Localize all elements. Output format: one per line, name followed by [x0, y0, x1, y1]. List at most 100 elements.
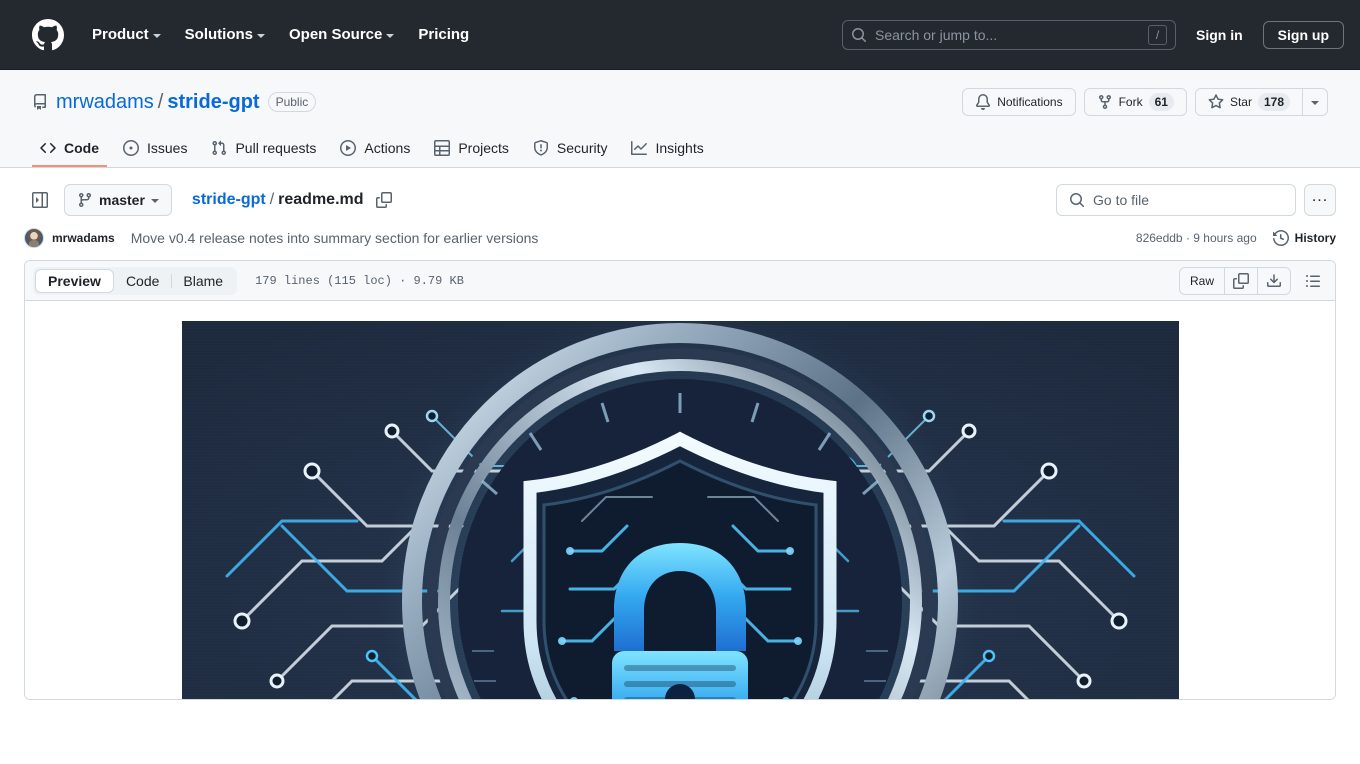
- nav-label: Product: [92, 26, 149, 43]
- search-icon: [1070, 193, 1085, 208]
- nav-item-solutions[interactable]: Solutions: [173, 18, 277, 51]
- shield-icon: [533, 140, 548, 156]
- file-size-meta: 179 lines (115 loc) · 9.79 KB: [255, 273, 464, 288]
- hero-artwork: [225, 321, 1135, 699]
- breadcrumb-separator: /: [269, 191, 275, 208]
- list-unordered-icon[interactable]: [1299, 267, 1327, 295]
- history-icon: [1272, 230, 1289, 246]
- git-branch-icon: [78, 193, 91, 208]
- tab-actions[interactable]: Actions: [332, 132, 418, 167]
- file-view-toolbar: Preview Code Blame 179 lines (115 loc) ·…: [25, 261, 1335, 301]
- code-icon: [40, 142, 56, 154]
- search-placeholder: Search or jump to...: [875, 26, 998, 43]
- global-nav: Product Solutions Open Source Pricing: [80, 18, 481, 51]
- repo-icon: [34, 94, 46, 110]
- nav-item-pricing[interactable]: Pricing: [406, 18, 481, 51]
- commit-message[interactable]: Move v0.4 release notes into summary sec…: [131, 230, 539, 246]
- go-to-file-input[interactable]: Go to file: [1056, 184, 1296, 216]
- history-label: History: [1294, 231, 1336, 245]
- repository-header: mrwadams / stride-gpt Public Notificatio…: [0, 70, 1360, 168]
- repo-separator: /: [157, 90, 164, 113]
- issue-opened-icon: [123, 140, 139, 156]
- tab-code[interactable]: Code: [32, 132, 107, 167]
- star-count: 178: [1257, 93, 1290, 111]
- raw-copy-download-group: Raw: [1178, 266, 1291, 295]
- star-label: Star: [1229, 95, 1252, 109]
- go-to-file-placeholder: Go to file: [1093, 192, 1150, 208]
- sign-in-link[interactable]: Sign in: [1184, 21, 1255, 49]
- commit-meta-cluster: 826eddb · 9 hours ago History: [1136, 230, 1336, 246]
- search-input[interactable]: Search or jump to... /: [842, 19, 1176, 50]
- tab-label: Insights: [655, 140, 704, 156]
- readme-rendered-content: [25, 301, 1335, 699]
- branch-name: master: [99, 192, 145, 208]
- breadcrumb: stride-gpt / readme.md: [192, 191, 392, 209]
- nav-label: Pricing: [418, 26, 470, 43]
- copy-icon[interactable]: [1224, 267, 1257, 294]
- tab-label: Projects: [458, 140, 509, 156]
- tab-label: Pull requests: [235, 140, 317, 156]
- avatar: [24, 228, 44, 248]
- nav-item-product[interactable]: Product: [80, 18, 173, 51]
- global-header: Product Solutions Open Source Pricing Se…: [0, 0, 1360, 70]
- file-content-box: Preview Code Blame 179 lines (115 loc) ·…: [24, 260, 1336, 700]
- repo-owner-link[interactable]: mrwadams: [56, 91, 154, 114]
- tab-insights[interactable]: Insights: [623, 132, 711, 167]
- tab-pull-requests[interactable]: Pull requests: [203, 132, 324, 167]
- play-icon: [340, 140, 357, 156]
- repository-title-row: mrwadams / stride-gpt Public Notificatio…: [32, 86, 1328, 118]
- nav-item-open-source[interactable]: Open Source: [277, 18, 406, 51]
- github-mark-icon[interactable]: [32, 18, 64, 51]
- chevron-down-icon: [386, 33, 395, 38]
- tab-label: Code: [64, 140, 99, 156]
- file-view-mode-switch: Preview Code Blame: [33, 266, 238, 295]
- graph-icon: [631, 141, 648, 155]
- tab-issues[interactable]: Issues: [115, 132, 195, 167]
- download-icon[interactable]: [1257, 267, 1290, 294]
- caret-down-icon: [1311, 101, 1319, 105]
- file-view-tab-code[interactable]: Code: [114, 269, 171, 293]
- tab-projects[interactable]: Projects: [426, 132, 517, 167]
- history-link[interactable]: History: [1272, 230, 1336, 246]
- file-view-tab-blame[interactable]: Blame: [171, 269, 235, 293]
- git-pull-request-icon: [212, 140, 227, 156]
- repository-actions: Notifications Fork 61 Star 178: [962, 88, 1328, 116]
- notifications-button[interactable]: Notifications: [962, 88, 1076, 116]
- star-button-group: Star 178: [1194, 88, 1328, 116]
- readme-hero-image: [181, 321, 1179, 699]
- caret-down-icon: [150, 199, 159, 203]
- breadcrumb-repo-link[interactable]: stride-gpt: [192, 191, 266, 209]
- tab-security[interactable]: Security: [525, 132, 616, 167]
- copy-path-icon[interactable]: [375, 192, 392, 208]
- file-actions-cluster: Raw: [1178, 266, 1327, 295]
- raw-button[interactable]: Raw: [1180, 268, 1224, 294]
- bell-icon: [976, 94, 991, 110]
- fork-label: Fork: [1118, 95, 1143, 109]
- repo-name-link[interactable]: stride-gpt: [167, 91, 259, 114]
- fork-button[interactable]: Fork 61: [1083, 88, 1187, 116]
- branch-selector-button[interactable]: master: [64, 184, 172, 216]
- chevron-down-icon: [152, 33, 161, 38]
- file-view-tab-preview[interactable]: Preview: [35, 268, 114, 293]
- header-right-cluster: Search or jump to... / Sign in Sign up: [842, 19, 1344, 50]
- sidebar-expand-icon[interactable]: [24, 184, 56, 216]
- nav-label: Solutions: [184, 26, 253, 43]
- star-dropdown-button[interactable]: [1303, 88, 1328, 116]
- breadcrumb-file-name: readme.md: [278, 191, 364, 208]
- notifications-label: Notifications: [997, 95, 1063, 109]
- star-button[interactable]: Star 178: [1194, 88, 1303, 116]
- file-nav-right-cluster: Go to file ...: [1056, 184, 1336, 216]
- tab-label: Actions: [364, 140, 411, 156]
- commit-author-link[interactable]: mrwadams: [52, 231, 115, 245]
- sign-up-button[interactable]: Sign up: [1262, 20, 1344, 49]
- star-icon: [1208, 94, 1224, 109]
- commit-hash-and-time: 826eddb · 9 hours ago: [1135, 231, 1257, 245]
- file-navigation-bar: master stride-gpt / readme.md Go to file…: [0, 168, 1360, 216]
- search-icon: [852, 27, 867, 42]
- table-icon: [434, 140, 451, 156]
- kebab-horizontal-icon[interactable]: ...: [1304, 184, 1336, 216]
- nav-label: Open Source: [289, 26, 383, 43]
- repository-tabs: Code Issues Pull requests Actions Projec…: [32, 132, 1328, 167]
- fork-count: 61: [1148, 93, 1174, 111]
- tab-label: Issues: [147, 140, 188, 156]
